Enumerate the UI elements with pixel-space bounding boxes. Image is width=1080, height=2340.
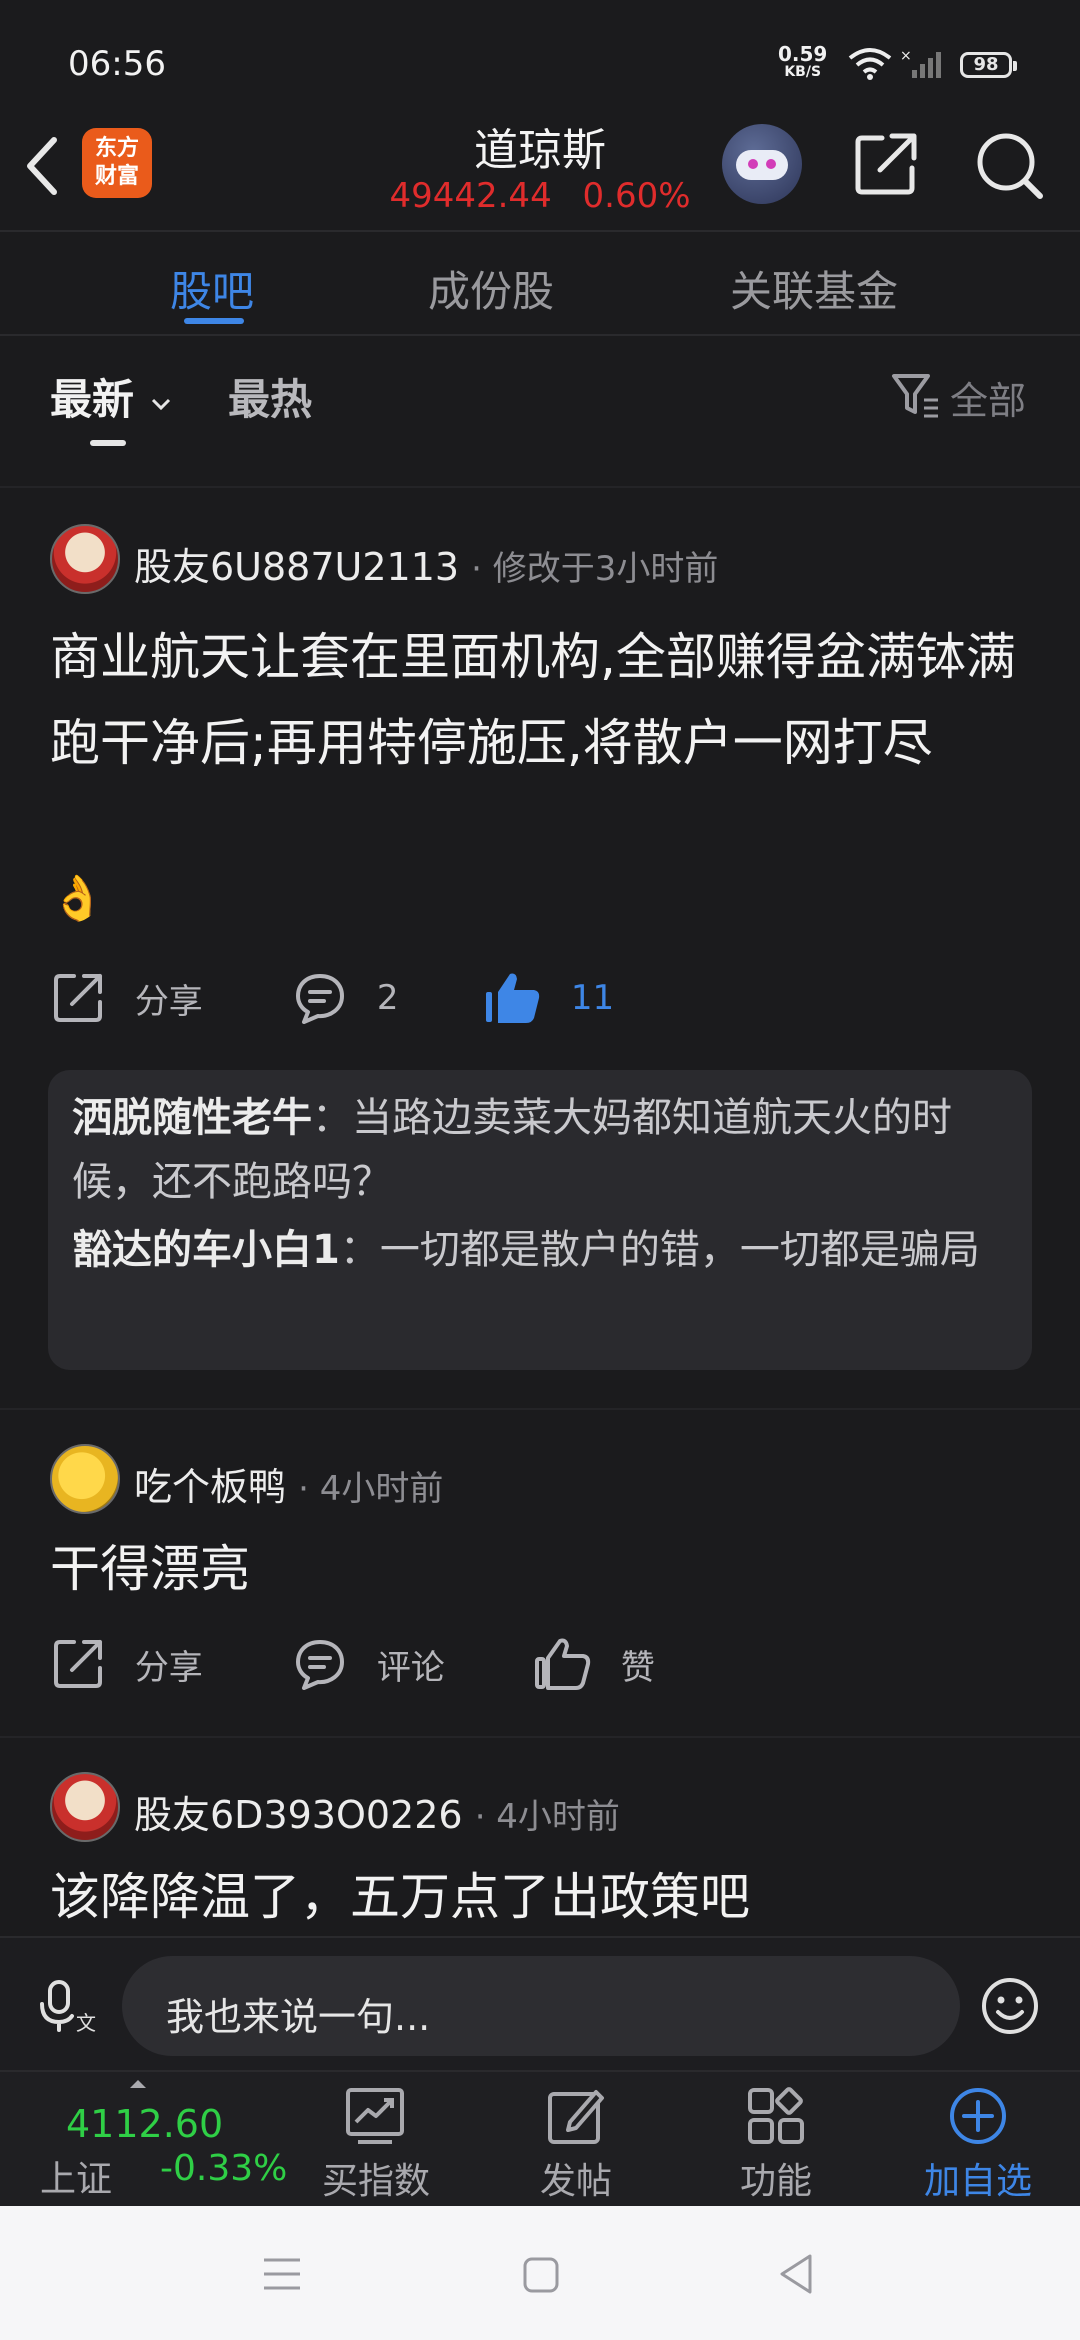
reply-item[interactable]: 洒脱随性老牛：当路边卖菜大妈都知道航天火的时候，还不跑路吗？	[72, 1086, 1008, 1214]
search-icon[interactable]	[974, 130, 1046, 202]
nav-post[interactable]: 发帖	[476, 2072, 676, 2208]
status-time: 06:56	[68, 44, 166, 84]
comment-button[interactable]: 评论	[292, 1636, 445, 1692]
add-circle-icon	[950, 2088, 1006, 2144]
share-button[interactable]: 分享	[50, 1636, 203, 1692]
avatar[interactable]	[50, 1772, 120, 1842]
tab-components[interactable]: 成份股	[428, 258, 554, 319]
stock-header: 东方 财富 道琼斯 49442.44 0.60%	[0, 110, 1080, 230]
sse-index-widget[interactable]: 4112.60 上证 -0.33%	[0, 2072, 287, 2208]
index-change: 0.60%	[582, 176, 691, 216]
post-author[interactable]: 股友6U887U2113 · 修改于3小时前	[134, 536, 718, 591]
post-author[interactable]: 股友6D393O0226 · 4小时前	[134, 1784, 620, 1839]
comment-button[interactable]: 2	[292, 970, 398, 1026]
post-author[interactable]: 吃个板鸭 · 4小时前	[134, 1456, 443, 1511]
comment-icon	[296, 1640, 344, 1690]
post-time: · 4小时前	[298, 1469, 444, 1509]
comment-input-bar: 文 我也来说一句...	[0, 1936, 1080, 2070]
post-item[interactable]: 吃个板鸭 · 4小时前 干得漂亮 分享 评论 赞	[0, 1410, 1080, 1736]
voice-to-text-icon[interactable]: 文	[38, 1978, 96, 2034]
nav-functions-label: 功能	[739, 2161, 812, 2202]
signal-icon: ×	[900, 48, 941, 78]
comment-input-placeholder: 我也来说一句...	[166, 1995, 431, 2039]
status-bar: 06:56 0.59 KB/S × 98	[0, 0, 1080, 120]
tab-guba[interactable]: 股吧	[170, 258, 254, 319]
reply-preview-box[interactable]: 洒脱随性老牛：当路边卖菜大妈都知道航天火的时候，还不跑路吗？ 豁达的车小白1：一…	[48, 1070, 1032, 1370]
like-button[interactable]: 11	[484, 970, 614, 1026]
bottom-nav: 4112.60 上证 -0.33% 买指数 发帖 功能 加自选	[0, 2070, 1080, 2206]
post-item[interactable]: 股友6D393O0226 · 4小时前 该降降温了，五万点了出政策吧	[0, 1738, 1080, 1936]
like-label: 赞	[620, 1647, 655, 1688]
svg-text:文: 文	[76, 2011, 96, 2034]
tab-related-funds[interactable]: 关联基金	[730, 258, 898, 319]
like-count: 11	[570, 978, 615, 1018]
thumbs-up-icon	[535, 1638, 591, 1690]
reply-author[interactable]: 洒脱随性老牛	[72, 1095, 312, 1141]
nav-buy-index[interactable]: 买指数	[276, 2072, 476, 2208]
nav-buy-index-label: 买指数	[321, 2161, 430, 2202]
like-button[interactable]: 赞	[534, 1636, 655, 1692]
tab-bar: 股吧 成份股 关联基金	[0, 232, 1080, 332]
reply-author[interactable]: 豁达的车小白1	[72, 1227, 340, 1273]
svg-text:×: ×	[900, 48, 912, 64]
filter-icon[interactable]	[890, 370, 942, 420]
nav-add-watchlist-label: 加自选	[923, 2161, 1032, 2202]
menu-icon[interactable]	[262, 2256, 302, 2292]
post-content[interactable]: 干得漂亮	[50, 1526, 1040, 1612]
author-name[interactable]: 股友6D393O0226	[134, 1793, 463, 1837]
home-icon[interactable]	[522, 2256, 560, 2294]
post-time: · 4小时前	[474, 1797, 620, 1837]
caret-up-icon	[130, 2080, 146, 2088]
reply-item[interactable]: 豁达的车小白1：一切都是散户的错，一切都是骗局	[72, 1218, 1008, 1282]
thumbs-up-filled-icon	[486, 973, 540, 1023]
share-icon	[54, 1640, 102, 1688]
post-content[interactable]: 该降降温了，五万点了出政策吧	[50, 1854, 1040, 1936]
network-speed: 0.59 KB/S	[778, 44, 827, 80]
comment-input[interactable]: 我也来说一句...	[122, 1956, 960, 2056]
sort-filter-row: 最新 最热 全部	[0, 336, 1080, 486]
sort-hot[interactable]: 最热	[228, 366, 312, 427]
emoji-icon[interactable]	[980, 1976, 1040, 2036]
network-speed-value: 0.59	[778, 42, 828, 66]
comment-count: 2	[376, 978, 399, 1018]
index-price: 49442.44	[389, 176, 552, 216]
share-label: 分享	[134, 1647, 203, 1688]
share-button[interactable]: 分享	[50, 970, 203, 1026]
back-triangle-icon[interactable]	[776, 2252, 816, 2296]
nav-post-label: 发帖	[539, 2161, 612, 2202]
avatar[interactable]	[50, 524, 120, 594]
sort-latest-label: 最新	[50, 375, 135, 424]
post-content[interactable]: 商业航天让套在里面机构,全部赚得盆满钵满跑干净后;再用特停施压,将散户一网打尽	[50, 614, 1040, 786]
network-speed-unit: KB/S	[784, 64, 822, 80]
apps-grid-icon	[748, 2087, 804, 2144]
avatar[interactable]	[50, 1444, 120, 1514]
share-icon[interactable]	[852, 130, 920, 198]
comment-icon	[296, 974, 344, 1024]
nav-add-watchlist[interactable]: 加自选	[876, 2072, 1080, 2208]
author-name[interactable]: 吃个板鸭	[134, 1465, 286, 1509]
comment-label: 评论	[376, 1647, 445, 1688]
system-navigation-bar	[0, 2206, 1080, 2340]
sort-latest[interactable]: 最新	[50, 366, 173, 427]
share-icon	[54, 974, 102, 1022]
index-name: 上证	[40, 2159, 113, 2200]
nav-functions[interactable]: 功能	[676, 2072, 876, 2208]
reply-text: ：一切都是散户的错，一切都是骗局	[339, 1227, 980, 1273]
chevron-down-icon	[151, 398, 170, 411]
sort-indicator	[90, 440, 126, 446]
post-item[interactable]: 股友6U887U2113 · 修改于3小时前 商业航天让套在里面机构,全部赚得盆…	[0, 488, 1080, 1408]
ok-hand-emoji: 👌	[50, 873, 105, 924]
post-time: · 修改于3小时前	[471, 549, 719, 589]
trend-chart-icon	[346, 2088, 404, 2144]
wifi-icon	[848, 48, 892, 80]
filter-all-label[interactable]: 全部	[950, 370, 1026, 425]
author-name[interactable]: 股友6U887U2113	[134, 545, 459, 589]
tab-indicator	[184, 318, 244, 324]
edit-icon	[548, 2090, 604, 2144]
index-change: -0.33%	[160, 2148, 288, 2189]
assistant-robot-icon[interactable]	[722, 124, 802, 204]
share-label: 分享	[134, 981, 203, 1022]
index-value: 4112.60	[66, 2102, 224, 2146]
battery-icon: 98	[960, 52, 1017, 78]
